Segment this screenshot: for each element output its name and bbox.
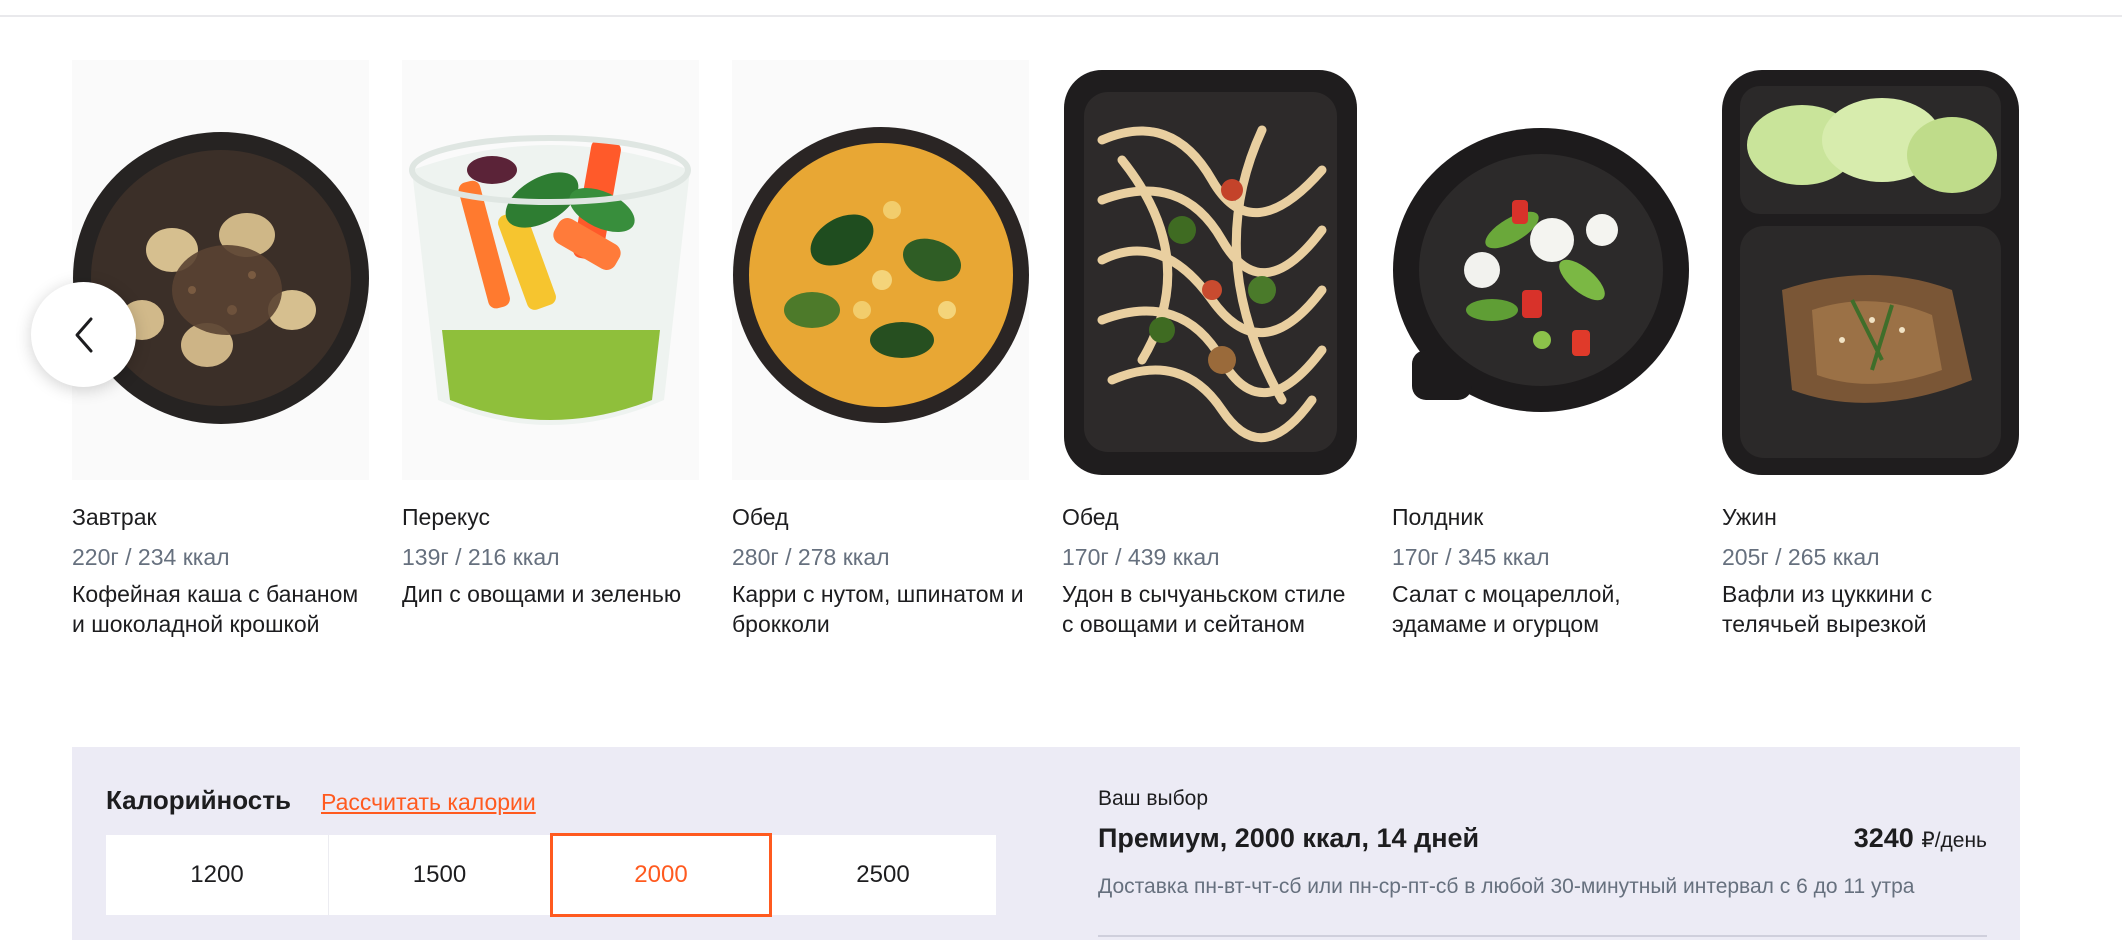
price-unit: ₽/день bbox=[1921, 829, 1987, 852]
meal-card[interactable]: Полдник 170г / 345 ккал Салат с моцарелл… bbox=[1392, 60, 1692, 639]
meal-weight-calories: 280г / 278 ккал bbox=[732, 544, 890, 570]
price-per-day: 3240 ₽/день bbox=[1854, 823, 1987, 854]
meal-type: Обед bbox=[732, 504, 789, 530]
meal-carousel: Завтрак 220г / 234 ккал Кофейная каша с … bbox=[0, 60, 2122, 660]
meal-weight-calories: 205г / 265 ккал bbox=[1722, 544, 1880, 570]
dish-name: Дип с овощами и зеленью bbox=[402, 581, 682, 607]
meal-card[interactable]: Обед 170г / 439 ккал Удон в сычуаньском … bbox=[1062, 60, 1362, 639]
calculate-calories-link[interactable]: Рассчитать калории bbox=[321, 789, 536, 816]
plan-summary-title: Премиум, 2000 ккал, 14 дней bbox=[1098, 823, 1480, 853]
dish-name: Салат с моцареллой, эдамаме и огурцом bbox=[1392, 581, 1621, 637]
meal-card[interactable]: Обед 280г / 278 ккал Карри с нутом, шпин… bbox=[732, 60, 1032, 639]
calorie-option-1500[interactable]: 1500 bbox=[328, 835, 550, 915]
delivery-info: Доставка пн-вт-чт-сб или пн-ср-пт-сб в л… bbox=[1098, 875, 1915, 898]
dish-name: Вафли из цуккини с телячьей вырезкой bbox=[1722, 581, 1933, 637]
meal-photo bbox=[1722, 60, 2019, 480]
calorie-selector: 1200 1500 2000 2500 bbox=[106, 833, 996, 917]
dish-name: Кофейная каша с бананом и шоколадной кро… bbox=[72, 581, 359, 637]
summary-divider bbox=[1098, 935, 1987, 937]
dish-name: Удон в сычуаньском стиле с овощами и сей… bbox=[1062, 581, 1346, 637]
meal-type: Полдник bbox=[1392, 504, 1484, 530]
meal-photo bbox=[402, 60, 699, 480]
meal-type: Ужин bbox=[1722, 504, 1777, 530]
price-value: 3240 bbox=[1853, 823, 1914, 853]
meal-type: Перекус bbox=[402, 504, 490, 530]
meal-photo bbox=[1392, 60, 1689, 480]
meal-photo bbox=[1062, 60, 1359, 480]
meal-weight-calories: 170г / 439 ккал bbox=[1062, 544, 1220, 570]
dish-name: Карри с нутом, шпинатом и брокколи bbox=[732, 581, 1024, 637]
calories-title: Калорийность bbox=[106, 785, 291, 815]
meal-weight-calories: 170г / 345 ккал bbox=[1392, 544, 1550, 570]
order-panel: Калорийность Рассчитать калории 1200 150… bbox=[72, 747, 2020, 940]
carousel-prev-button[interactable] bbox=[31, 282, 136, 387]
top-divider bbox=[0, 15, 2122, 17]
meal-type: Обед bbox=[1062, 504, 1119, 530]
meal-weight-calories: 220г / 234 ккал bbox=[72, 544, 230, 570]
meal-card[interactable]: Ужин 205г / 265 ккал Вафли из цуккини с … bbox=[1722, 60, 2022, 639]
calorie-option-2500[interactable]: 2500 bbox=[772, 835, 994, 915]
meal-photo bbox=[72, 60, 369, 480]
meal-type: Завтрак bbox=[72, 504, 157, 530]
chevron-left-icon bbox=[75, 317, 92, 352]
calorie-option-1200[interactable]: 1200 bbox=[106, 835, 328, 915]
meal-photo bbox=[732, 60, 1029, 480]
calorie-option-2000[interactable]: 2000 bbox=[550, 833, 772, 917]
meal-card[interactable]: Перекус 139г / 216 ккал Дип с овощами и … bbox=[402, 60, 702, 609]
your-choice-label: Ваш выбор bbox=[1098, 787, 1209, 810]
meal-weight-calories: 139г / 216 ккал bbox=[402, 544, 560, 570]
